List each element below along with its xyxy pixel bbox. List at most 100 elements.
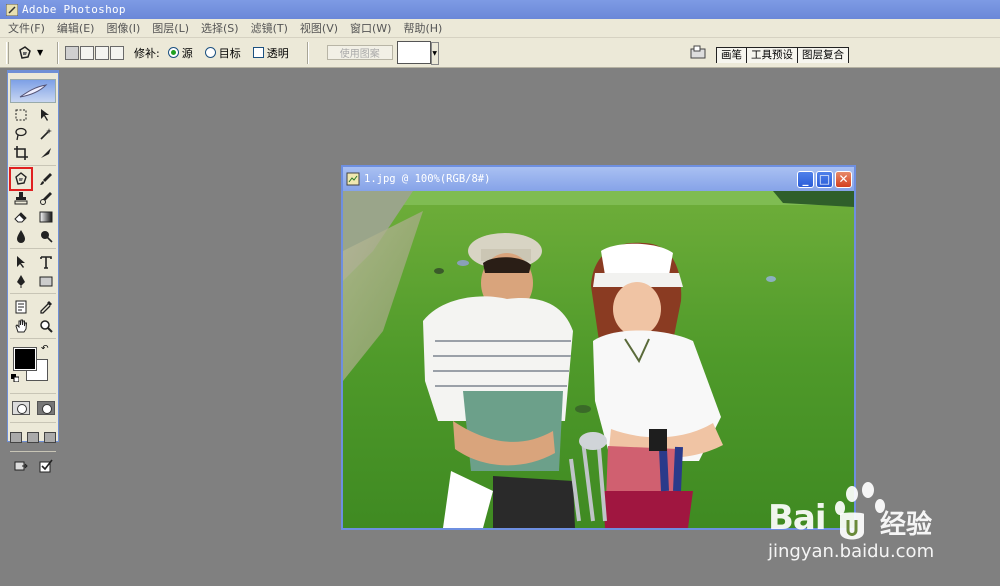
maximize-button[interactable]: □ — [816, 170, 833, 188]
path-selection-icon — [16, 255, 25, 268]
destination-radio[interactable]: 目标 — [204, 45, 241, 61]
eraser-icon — [13, 211, 27, 222]
default-colors-icon[interactable] — [11, 374, 19, 382]
transparent-checkbox[interactable]: 透明 — [252, 45, 289, 61]
photoshop-icon — [6, 3, 18, 16]
use-pattern-button[interactable]: 使用图案 — [326, 45, 393, 60]
shape-tool[interactable] — [37, 272, 55, 290]
menu-bar: 文件(F) 编辑(E) 图像(I) 图层(L) 选择(S) 滤镜(T) 视图(V… — [0, 19, 1000, 38]
transparent-checkbox-box[interactable] — [252, 47, 264, 58]
chevron-down-icon: ▼ — [37, 48, 44, 57]
tab-tool-presets[interactable]: 工具预设 — [746, 47, 798, 63]
close-button[interactable]: ✕ — [835, 170, 852, 188]
chevron-down-icon[interactable]: ▼ — [430, 42, 439, 65]
patch-tool-icon — [19, 45, 31, 59]
pen-icon — [16, 274, 25, 288]
document-window: 1.jpg @ 100%(RGB/8#) _ □ ✕ — [341, 165, 856, 530]
path-selection-tool[interactable] — [12, 253, 30, 271]
selection-mode-buttons — [65, 45, 124, 60]
app-title: Adobe Photoshop — [22, 3, 126, 16]
source-radio[interactable]: 源 — [167, 45, 193, 61]
gradient-icon — [39, 211, 52, 222]
lasso-icon — [14, 127, 27, 140]
move-tool[interactable] — [37, 106, 55, 124]
blur-drop-icon — [16, 229, 25, 243]
minimize-button[interactable]: _ — [797, 170, 814, 188]
subtract-selection-button[interactable] — [95, 45, 109, 60]
menu-layer[interactable]: 图层(L) — [152, 20, 189, 36]
tab-layer-comps[interactable]: 图层复合 — [797, 47, 849, 63]
baidu-du-icon — [840, 512, 864, 540]
type-icon — [39, 255, 52, 269]
new-selection-button[interactable] — [65, 45, 79, 60]
dodge-tool[interactable] — [37, 227, 55, 245]
standard-screen-mode-button[interactable] — [10, 431, 23, 443]
swap-colors-icon[interactable]: ↶ — [41, 344, 49, 354]
foreground-color-swatch[interactable] — [13, 347, 37, 371]
hand-icon — [14, 319, 27, 332]
palette-well-icon[interactable] — [690, 45, 706, 59]
eyedropper-icon — [39, 300, 52, 314]
move-icon — [40, 108, 49, 121]
menu-edit[interactable]: 编辑(E) — [57, 20, 95, 36]
zoom-tool[interactable] — [37, 317, 55, 335]
patch-tool[interactable] — [8, 166, 33, 191]
options-grip[interactable] — [6, 41, 9, 64]
menu-view[interactable]: 视图(V) — [300, 20, 338, 36]
destination-radio-dot[interactable] — [204, 47, 216, 58]
document-title: 1.jpg @ 100%(RGB/8#) — [364, 173, 491, 185]
eraser-tool[interactable] — [12, 208, 30, 226]
brush-tool[interactable] — [37, 170, 55, 188]
tool-preset-picker[interactable]: ▼ — [17, 43, 51, 63]
magic-wand-tool[interactable] — [37, 125, 55, 143]
intersect-selection-button[interactable] — [110, 45, 124, 60]
standard-mode-button[interactable] — [11, 401, 30, 415]
hand-tool[interactable] — [12, 317, 30, 335]
add-selection-button[interactable] — [80, 45, 94, 60]
full-screen-mode-button[interactable] — [43, 431, 56, 443]
pen-tool[interactable] — [12, 272, 30, 290]
baidu-jingyan-watermark: Bai 经验 jingyan.baidu.com — [768, 478, 1000, 586]
watermark-product: 经验 — [880, 510, 933, 540]
source-label: 源 — [181, 46, 193, 60]
eyedropper-tool[interactable] — [37, 298, 55, 316]
patch-label: 修补: — [134, 46, 160, 60]
stamp-icon — [14, 191, 27, 204]
blur-tool[interactable] — [12, 227, 30, 245]
menu-file[interactable]: 文件(F) — [8, 20, 45, 36]
clone-stamp-tool[interactable] — [12, 189, 30, 207]
source-radio-dot[interactable] — [167, 47, 179, 58]
imageready-icon — [14, 461, 28, 471]
marquee-icon — [15, 109, 26, 120]
photoshop-feather-logo[interactable] — [10, 79, 56, 103]
quick-mask-mode-button[interactable] — [36, 401, 55, 415]
full-screen-menu-mode-button[interactable] — [26, 431, 39, 443]
jump-to-imageready-button[interactable] — [12, 457, 30, 475]
marquee-tool[interactable] — [12, 106, 30, 124]
document-title-bar[interactable]: 1.jpg @ 100%(RGB/8#) _ □ ✕ — [343, 167, 854, 191]
transparent-label: 透明 — [266, 46, 289, 60]
notes-icon — [15, 300, 26, 313]
history-brush-tool[interactable] — [37, 189, 55, 207]
menu-window[interactable]: 窗口(W) — [350, 20, 391, 36]
menu-help[interactable]: 帮助(H) — [403, 20, 442, 36]
crop-icon — [13, 145, 28, 160]
menu-filter[interactable]: 滤镜(T) — [251, 20, 288, 36]
palette-well: 画笔 工具预设 图层复合 — [716, 45, 866, 63]
menu-select[interactable]: 选择(S) — [201, 20, 239, 36]
pattern-picker[interactable]: ▼ — [396, 41, 439, 65]
tab-brushes[interactable]: 画笔 — [716, 47, 747, 63]
menu-image[interactable]: 图像(I) — [106, 20, 140, 36]
watermark-brand: Bai — [768, 498, 827, 538]
slice-icon — [40, 147, 51, 158]
crop-tool[interactable] — [12, 144, 30, 162]
lasso-tool[interactable] — [12, 125, 30, 143]
checkmark-button[interactable] — [37, 457, 55, 475]
type-tool[interactable] — [37, 253, 55, 271]
gradient-tool[interactable] — [37, 208, 55, 226]
slice-tool[interactable] — [37, 144, 55, 162]
notes-tool[interactable] — [12, 298, 30, 316]
patch-tool-icon — [14, 171, 27, 185]
magic-wand-icon — [39, 127, 52, 140]
rectangle-shape-icon — [39, 276, 52, 286]
